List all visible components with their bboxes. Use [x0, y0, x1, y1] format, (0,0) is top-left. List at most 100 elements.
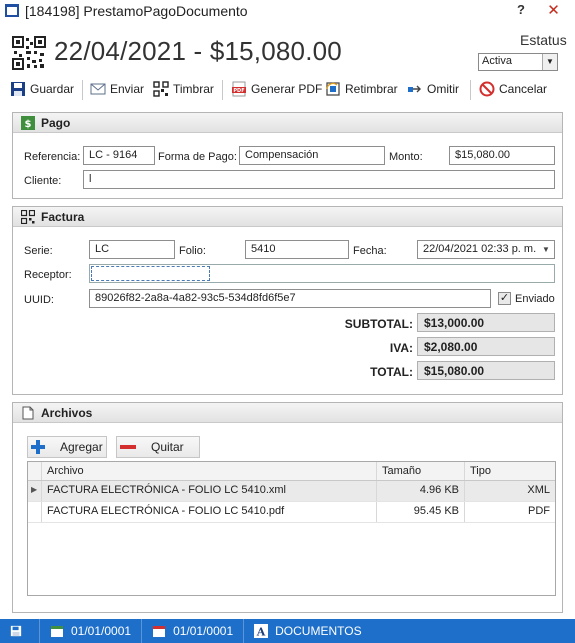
toolbar-divider: [82, 80, 83, 100]
folio-field[interactable]: 5410: [245, 240, 349, 259]
receptor-label: Receptor:: [24, 269, 72, 281]
skip-arrow-icon: [408, 85, 421, 93]
status-label: Estatus: [520, 32, 567, 48]
files-table: Archivo Tamaño Tipo ▶ FACTURA ELECTRÓNIC…: [27, 461, 556, 596]
font-a-icon: A: [254, 624, 269, 639]
status-save-segment[interactable]: [0, 619, 40, 643]
pago-section-header: $ Pago: [13, 113, 562, 133]
file-type-cell: XML: [527, 484, 550, 496]
fecha-label: Fecha:: [353, 245, 387, 257]
status-select-value: Activa: [482, 55, 512, 67]
column-header-tamano[interactable]: Tamaño: [377, 462, 465, 480]
selection-outline: [91, 266, 210, 281]
help-button[interactable]: ?: [510, 2, 532, 20]
document-header: 22/04/2021 - $15,080.00 Estatus Activa ▼: [0, 22, 575, 74]
column-header-archivo[interactable]: Archivo: [42, 462, 377, 480]
prohibited-icon: [479, 81, 495, 97]
referencia-field[interactable]: LC - 9164: [83, 146, 155, 165]
document-icon: [22, 406, 34, 419]
file-size-cell: 95.45 KB: [377, 502, 465, 522]
close-button[interactable]: ✕: [532, 0, 575, 22]
skip-button[interactable]: Omitir: [407, 78, 459, 100]
forma-pago-field[interactable]: Compensación: [239, 146, 385, 165]
referencia-label: Referencia:: [24, 151, 81, 163]
qr-code-icon: [153, 81, 169, 97]
cancel-button[interactable]: Cancelar: [479, 78, 547, 100]
generate-pdf-button[interactable]: PDF Generar PDF: [231, 78, 322, 100]
chevron-down-icon[interactable]: ▼: [542, 54, 557, 70]
monto-label: Monto:: [389, 151, 423, 163]
status-documents[interactable]: A DOCUMENTOS: [244, 619, 371, 643]
file-name-cell: FACTURA ELECTRÓNICA - FOLIO LC 5410.pdf: [42, 502, 377, 522]
factura-section: Factura Serie: LC Folio: 5410 Fecha: 22/…: [12, 206, 563, 395]
dollar-icon: $: [21, 115, 35, 130]
skip-label: Omitir: [427, 82, 459, 96]
serie-field[interactable]: LC: [89, 240, 175, 259]
pago-section-title: Pago: [41, 115, 71, 130]
status-select[interactable]: Activa ▼: [478, 53, 558, 71]
table-row[interactable]: ▶ FACTURA ELECTRÓNICA - FOLIO LC 5410.xm…: [28, 481, 555, 502]
status-documents-label: DOCUMENTOS: [275, 624, 362, 638]
serie-label: Serie:: [24, 245, 53, 257]
status-date-created: 01/01/0001: [40, 619, 143, 643]
send-button[interactable]: Enviar: [90, 78, 144, 100]
uuid-label: UUID:: [24, 294, 54, 306]
window-titlebar: [184198] PrestamoPagoDocumento ? ✕: [0, 0, 575, 22]
row-indicator-header: [28, 462, 42, 480]
archivos-section-title: Archivos: [41, 405, 93, 420]
monto-field[interactable]: $15,080.00: [449, 146, 555, 165]
stamp-button[interactable]: Timbrar: [153, 78, 214, 100]
svg-text:PDF: PDF: [233, 88, 244, 94]
qr-code-icon: [12, 36, 46, 70]
save-label: Guardar: [30, 82, 75, 96]
svg-text:A: A: [256, 626, 266, 639]
forma-pago-label: Forma de Pago:: [158, 151, 237, 163]
send-label: Enviar: [110, 82, 145, 96]
fecha-picker[interactable]: 22/04/2021 02:33 p. m. ▼: [417, 240, 555, 259]
folio-label: Folio:: [179, 245, 206, 257]
chevron-down-icon[interactable]: ▼: [538, 241, 554, 258]
fecha-value: 22/04/2021 02:33 p. m.: [423, 243, 537, 255]
restamp-button[interactable]: Retimbrar: [325, 78, 398, 100]
total-value: $15,080.00: [417, 361, 555, 380]
enviado-checkbox[interactable]: ✓: [498, 292, 511, 305]
iva-label: IVA:: [389, 341, 413, 355]
calendar-icon: [51, 626, 63, 637]
status-date-modified-value: 01/01/0001: [173, 624, 234, 638]
subtotal-value: $13,000.00: [417, 313, 555, 332]
stamp-label: Timbrar: [173, 82, 214, 96]
add-file-button[interactable]: Agregar: [27, 436, 107, 458]
file-type-cell: PDF: [528, 505, 550, 517]
row-pointer-icon: ▶: [28, 481, 42, 501]
cancel-label: Cancelar: [499, 82, 548, 96]
factura-section-header: Factura: [13, 207, 562, 227]
total-label: TOTAL:: [370, 365, 413, 379]
refresh-stamp-icon: [326, 82, 340, 96]
files-table-header: Archivo Tamaño Tipo: [28, 462, 555, 481]
restamp-label: Retimbrar: [345, 82, 398, 96]
uuid-field[interactable]: 89026f82-2a8a-4a82-93c5-534d8fd6f5e7: [89, 289, 491, 308]
cliente-label: Cliente:: [24, 175, 62, 187]
envelope-icon: [90, 83, 106, 95]
qr-code-icon: [21, 209, 35, 224]
toolbar: Guardar Enviar Timbrar PDF Generar PDF R…: [0, 78, 575, 102]
cliente-field[interactable]: l: [83, 170, 555, 189]
floppy-disk-icon: [11, 82, 25, 96]
file-name-cell: FACTURA ELECTRÓNICA - FOLIO LC 5410.xml: [42, 481, 377, 501]
toolbar-divider: [470, 80, 471, 100]
factura-section-title: Factura: [41, 209, 85, 224]
column-header-tipo[interactable]: Tipo: [465, 462, 555, 480]
file-size-cell: 4.96 KB: [377, 481, 465, 501]
iva-value: $2,080.00: [417, 337, 555, 356]
floppy-disk-icon: [10, 625, 22, 637]
generate-pdf-label: Generar PDF: [251, 82, 323, 96]
status-bar: 01/01/0001 01/01/0001 A DOCUMENTOS: [0, 619, 575, 643]
subtotal-label: SUBTOTAL:: [344, 317, 413, 331]
remove-file-button[interactable]: Quitar: [116, 436, 200, 458]
window-title: [184198] PrestamoPagoDocumento: [25, 3, 248, 19]
document-headline: 22/04/2021 - $15,080.00: [54, 36, 342, 66]
receptor-field[interactable]: [89, 264, 555, 283]
app-window-icon: [5, 4, 19, 17]
save-button[interactable]: Guardar: [10, 78, 74, 100]
table-row[interactable]: FACTURA ELECTRÓNICA - FOLIO LC 5410.pdf …: [28, 502, 555, 523]
